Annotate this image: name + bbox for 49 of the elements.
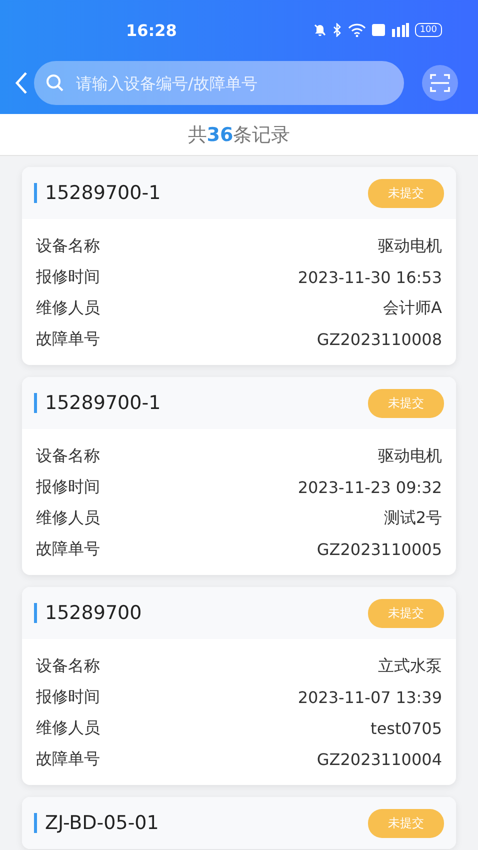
field-value: 2023-11-23 09:32	[298, 478, 442, 497]
status-badge: 未提交	[368, 808, 444, 838]
back-icon[interactable]	[14, 71, 28, 95]
search-input[interactable]: 请输入设备编号/故障单号	[74, 72, 392, 94]
field-value: 测试2号	[384, 508, 442, 529]
status-badge: 未提交	[368, 598, 444, 628]
field-label: 设备名称	[36, 656, 100, 677]
status-time: 16:28	[126, 20, 177, 40]
equipment-code: 15289700	[45, 602, 143, 624]
field-label: 设备名称	[36, 446, 100, 467]
field-label: 报修时间	[36, 477, 100, 498]
bluetooth-icon	[332, 23, 342, 37]
record-card[interactable]: 15289700-1 未提交 设备名称 驱动电机 报修时间 2023-11-30 16:53 维修人员 会计师A 故障单号 GZ2023110008	[22, 167, 456, 365]
record-card[interactable]: ZJ-BD-05-01 未提交	[22, 797, 456, 849]
record-card[interactable]: 15289700 未提交 设备名称 立式水泵 报修时间 2023-11-07 13:39 维修人员 test0705 故障单号 GZ2023110004	[22, 587, 456, 785]
scan-button[interactable]	[422, 65, 458, 101]
field-value: GZ2023110004	[316, 750, 442, 769]
field-value: GZ2023110008	[316, 330, 442, 349]
field-label: 设备名称	[36, 236, 100, 257]
field-label: 故障单号	[36, 749, 100, 770]
signal-icon	[390, 23, 409, 37]
wifi-icon	[348, 23, 366, 37]
field-value: test0705	[370, 719, 442, 738]
field-label: 维修人员	[36, 718, 100, 739]
record-card[interactable]: 15289700-1 未提交 设备名称 驱动电机 报修时间 2023-11-23 09:32 维修人员 测试2号 故障单号 GZ2023110005	[22, 377, 456, 575]
status-badge: 未提交	[368, 388, 444, 418]
field-label: 维修人员	[36, 298, 100, 319]
status-badge: 未提交	[368, 178, 444, 208]
field-value: 立式水泵	[378, 656, 442, 677]
search-field[interactable]: 请输入设备编号/故障单号	[34, 61, 404, 105]
field-label: 维修人员	[36, 508, 100, 529]
field-label: 报修时间	[36, 687, 100, 708]
record-count: 共36条记录	[188, 122, 290, 148]
equipment-code: 15289700-1	[45, 392, 162, 414]
field-label: 故障单号	[36, 539, 100, 560]
field-value: 2023-11-07 13:39	[298, 688, 442, 707]
equipment-code: 15289700-1	[45, 182, 162, 204]
field-value: 驱动电机	[378, 446, 442, 467]
mute-bell-icon	[312, 23, 327, 37]
battery-icon: 100	[414, 23, 442, 37]
field-value: GZ2023110005	[316, 540, 442, 559]
equipment-code: ZJ-BD-05-01	[45, 812, 160, 834]
field-label: 故障单号	[36, 329, 100, 350]
field-value: 驱动电机	[378, 236, 442, 257]
scan-icon	[430, 73, 450, 93]
field-value: 会计师A	[383, 298, 442, 319]
field-value: 2023-11-30 16:53	[298, 268, 442, 287]
search-icon	[46, 74, 64, 92]
field-label: 报修时间	[36, 267, 100, 288]
